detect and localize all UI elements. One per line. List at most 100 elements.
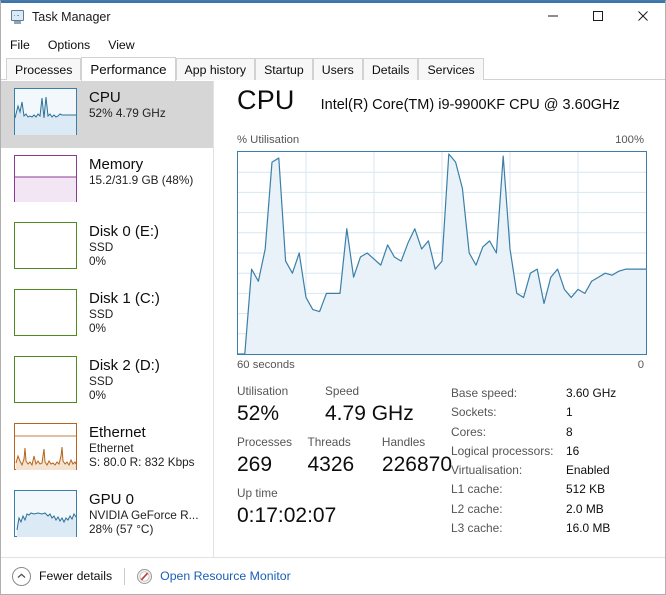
stat-threads-label: Threads xyxy=(307,435,351,449)
disk-2-thumbnail-graph xyxy=(14,356,77,403)
stat-processes: Processes 269 xyxy=(237,434,308,478)
sidebar-item-ethernet-text: Ethernet Ethernet S: 80.0 R: 832 Kbps xyxy=(89,423,195,470)
detail-cores-value: 8 xyxy=(566,424,573,439)
y-axis-label: % Utilisation xyxy=(237,134,300,146)
menu-bar: File Options View xyxy=(1,34,665,56)
sidebar-item-memory[interactable]: Memory 15.2/31.9 GB (48%) xyxy=(1,148,213,215)
cpu-utilisation-chart xyxy=(237,151,647,355)
chevron-up-icon xyxy=(12,566,31,586)
stat-utilisation: Utilisation 52% xyxy=(237,383,325,427)
sidebar-item-disk-0-text: Disk 0 (E:) SSD 0% xyxy=(89,222,159,269)
cpu-stats-left: Utilisation 52% Speed 4.79 GHz Processes… xyxy=(237,383,452,529)
sidebar-item-disk-1-sub2: 0% xyxy=(89,320,107,335)
menu-item-view[interactable]: View xyxy=(108,38,134,52)
tab-performance[interactable]: Performance xyxy=(81,57,176,81)
tab-strip: Processes Performance App history Startu… xyxy=(1,57,665,81)
detail-base-speed-key: Base speed: xyxy=(451,386,518,400)
x-axis-left-label: 60 seconds xyxy=(237,359,295,371)
sidebar-item-disk-1-title: Disk 1 (C:) xyxy=(89,290,160,307)
tab-startup[interactable]: Startup xyxy=(255,58,313,80)
sidebar-item-cpu[interactable]: CPU 52% 4.79 GHz xyxy=(1,81,213,148)
sidebar-item-disk-0-sub: SSD xyxy=(89,239,114,254)
sidebar-item-gpu-0-sub: NVIDIA GeForce R... xyxy=(89,507,199,522)
detail-virtualisation-key: Virtualisation: xyxy=(451,463,523,478)
y-axis-max-label: 100% xyxy=(615,134,644,146)
stat-handles-label: Handles xyxy=(381,435,426,449)
open-resource-monitor-button[interactable]: Open Resource Monitor xyxy=(136,568,291,585)
sidebar-item-ethernet[interactable]: Ethernet Ethernet S: 80.0 R: 832 Kbps xyxy=(1,416,213,483)
menu-item-file[interactable]: File xyxy=(10,38,30,52)
cpu-header: CPU Intel(R) Core(TM) i9-9900KF CPU @ 3.… xyxy=(237,85,655,116)
stat-speed-label: Speed xyxy=(325,384,360,398)
detail-l1-cache: L1 cache: 512 KB xyxy=(451,480,651,499)
tab-services[interactable]: Services xyxy=(418,58,484,80)
sidebar-item-disk-1[interactable]: Disk 1 (C:) SSD 0% xyxy=(1,282,213,349)
footer-divider xyxy=(124,567,126,585)
detail-cores: Cores: 8 xyxy=(451,423,651,442)
sidebar-item-disk-2-sub2: 0% xyxy=(89,387,107,402)
resource-monitor-icon xyxy=(136,568,153,585)
task-manager-icon xyxy=(9,9,25,25)
sidebar-item-cpu-title: CPU xyxy=(89,89,121,106)
detail-sockets: Sockets: 1 xyxy=(451,403,651,422)
sidebar-item-gpu-0-title: GPU 0 xyxy=(89,491,135,508)
disk-0-thumbnail-graph xyxy=(14,222,77,269)
open-resource-monitor-label: Open Resource Monitor xyxy=(160,569,291,583)
stat-threads: Threads 4326 xyxy=(308,434,382,478)
resource-sidebar[interactable]: CPU 52% 4.79 GHz Memory 15.2/31.9 GB (48… xyxy=(1,81,214,557)
detail-l2-cache: L2 cache: 2.0 MB xyxy=(451,500,651,519)
window-controls xyxy=(530,1,665,31)
sidebar-item-disk-2-title: Disk 2 (D:) xyxy=(89,357,160,374)
sidebar-item-gpu-0[interactable]: GPU 0 NVIDIA GeForce R... 28% (57 °C) xyxy=(1,483,213,550)
detail-base-speed: Base speed: 3.60 GHz xyxy=(451,384,651,403)
maximize-icon[interactable] xyxy=(575,1,620,31)
sidebar-item-gpu-0-text: GPU 0 NVIDIA GeForce R... 28% (57 °C) xyxy=(89,490,198,537)
detail-virtualisation-value: Enabled xyxy=(566,463,610,478)
detail-cores-key: Cores: xyxy=(451,424,487,439)
sidebar-item-disk-1-sub: SSD xyxy=(89,306,114,321)
title-bar: Task Manager xyxy=(1,1,665,32)
memory-thumbnail-graph xyxy=(14,155,77,202)
detail-l3-cache-key: L3 cache: xyxy=(451,521,503,536)
detail-l2-cache-key: L2 cache: xyxy=(451,501,503,516)
close-icon[interactable] xyxy=(620,1,665,31)
disk-1-thumbnail-graph xyxy=(14,289,77,336)
sidebar-item-disk-1-text: Disk 1 (C:) SSD 0% xyxy=(89,289,160,336)
status-bar: Fewer details Open Resource Monitor xyxy=(1,557,665,594)
detail-l1-cache-value: 512 KB xyxy=(566,482,606,497)
stat-speed-value: 4.79 GHz xyxy=(325,402,414,425)
stat-speed: Speed 4.79 GHz xyxy=(325,383,414,427)
detail-logical-processors: Logical processors: 16 xyxy=(451,442,651,461)
stats-row-3: Up time 0:17:02:07 xyxy=(237,485,452,529)
cpu-thumbnail-graph xyxy=(14,88,77,135)
chart-y-axis-labels: % Utilisation 100% xyxy=(237,134,644,146)
sidebar-item-disk-0-title: Disk 0 (E:) xyxy=(89,223,160,240)
task-manager-window: Task Manager File Options View Processes… xyxy=(0,0,666,595)
gpu-0-thumbnail-graph xyxy=(14,490,77,537)
minimize-icon[interactable] xyxy=(530,1,575,31)
detail-logical-processors-value: 16 xyxy=(566,443,580,458)
sidebar-item-cpu-text: CPU 52% 4.79 GHz xyxy=(89,88,166,121)
detail-sockets-value: 1 xyxy=(566,405,573,420)
detail-l1-cache-key: L1 cache: xyxy=(451,482,503,497)
menu-item-options[interactable]: Options xyxy=(48,38,90,52)
sidebar-item-disk-2-text: Disk 2 (D:) SSD 0% xyxy=(89,356,160,403)
sidebar-item-disk-0[interactable]: Disk 0 (E:) SSD 0% xyxy=(1,215,213,282)
fewer-details-button[interactable]: Fewer details xyxy=(12,566,113,586)
cpu-chart-svg xyxy=(238,152,646,354)
detail-base-speed-value: 3.60 GHz xyxy=(566,386,617,400)
ethernet-thumbnail-graph xyxy=(14,423,77,470)
cpu-model-name: Intel(R) Core(TM) i9-9900KF CPU @ 3.60GH… xyxy=(320,97,620,113)
detail-l2-cache-value: 2.0 MB xyxy=(566,501,604,516)
sidebar-item-disk-0-sub2: 0% xyxy=(89,253,107,268)
stat-processes-label: Processes xyxy=(237,435,293,449)
tab-users[interactable]: Users xyxy=(312,58,363,80)
sidebar-item-disk-2[interactable]: Disk 2 (D:) SSD 0% xyxy=(1,349,213,416)
tab-processes[interactable]: Processes xyxy=(6,58,82,80)
tab-details[interactable]: Details xyxy=(362,58,419,80)
fewer-details-label: Fewer details xyxy=(39,569,113,583)
detail-l3-cache: L3 cache: 16.0 MB xyxy=(451,519,651,538)
tab-app-history[interactable]: App history xyxy=(175,58,256,80)
stat-processes-value: 269 xyxy=(237,453,273,476)
detail-logical-processors-key: Logical processors: xyxy=(451,443,554,458)
